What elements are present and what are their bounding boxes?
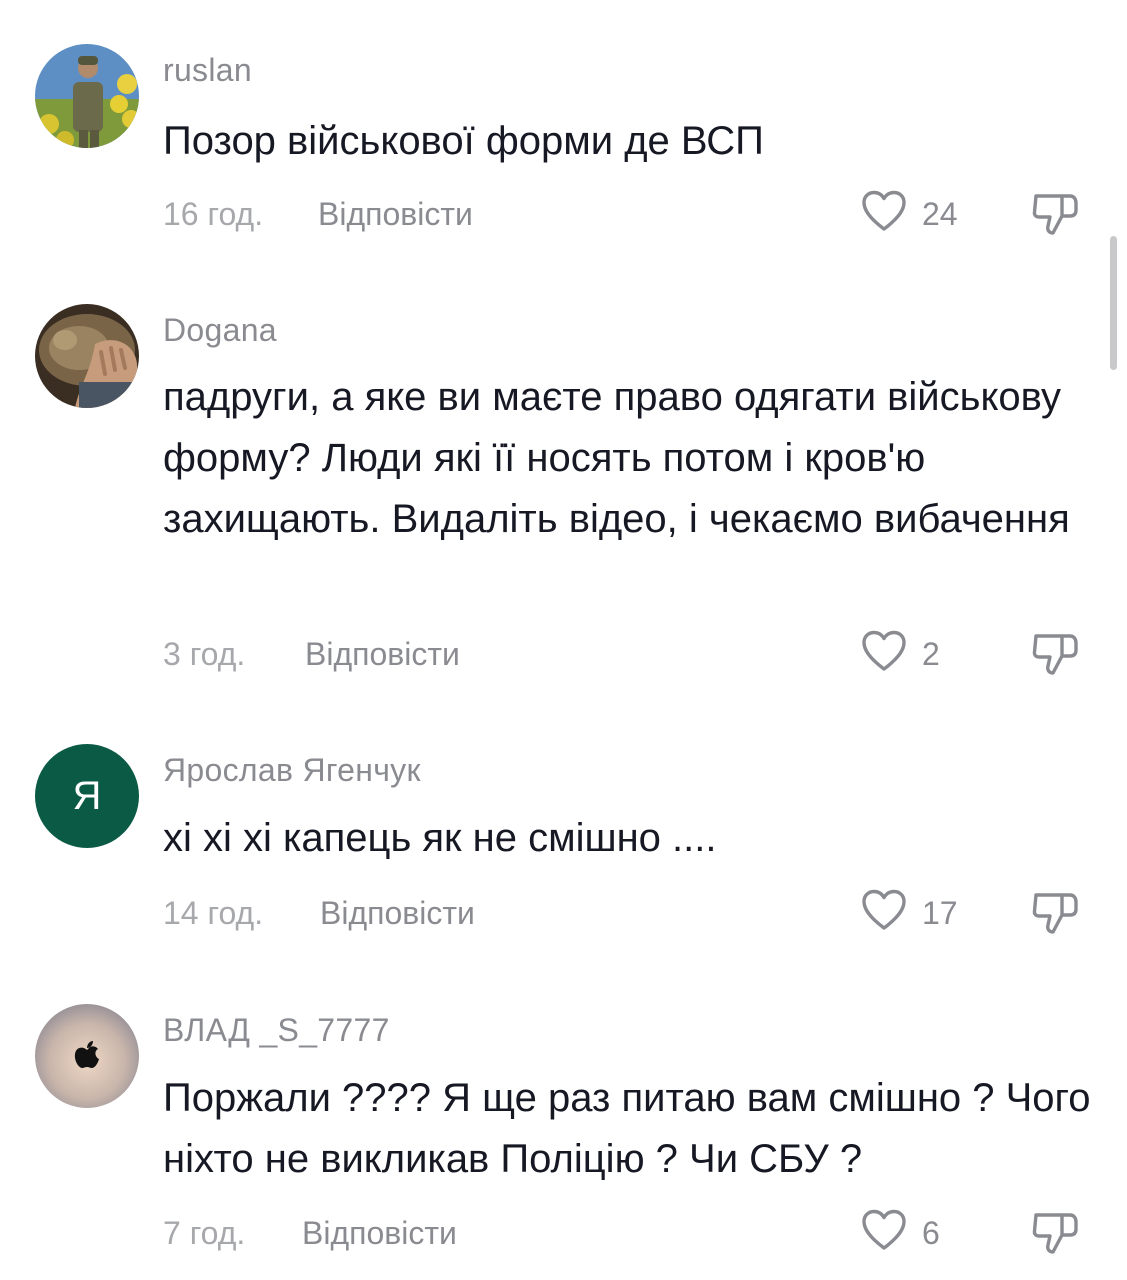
avatar[interactable] <box>35 304 139 408</box>
reply-button[interactable]: Відповісти <box>318 196 473 233</box>
reply-button[interactable]: Відповісти <box>305 636 460 673</box>
comment-username[interactable]: Dogana <box>163 312 277 349</box>
heart-outline-icon[interactable] <box>860 1207 908 1255</box>
heart-outline-icon[interactable] <box>860 887 908 935</box>
thumbs-down-outline-icon[interactable] <box>1030 628 1080 678</box>
heart-outline-icon[interactable] <box>860 188 908 236</box>
cat-photo <box>35 304 139 408</box>
comment-actions: 3 год. Відповісти 2 <box>0 628 1127 688</box>
like-count: 6 <box>922 1215 940 1251</box>
avatar[interactable] <box>35 1004 139 1108</box>
comment-username[interactable]: Ярослав Ягенчук <box>163 752 421 789</box>
comment-text: падруги, а яке ви маєте право одягати ві… <box>163 375 1070 541</box>
soldier-photo <box>35 44 139 148</box>
comment-time: 7 год. <box>163 1215 246 1251</box>
comment-time: 3 год. <box>163 636 246 672</box>
comment-time: 16 год. <box>163 196 264 232</box>
thumbs-down-outline-icon[interactable] <box>1030 1207 1080 1257</box>
comment-time: 14 год. <box>163 895 264 931</box>
comment-actions: 14 год. Відповісти 17 <box>0 887 1127 947</box>
like-count: 17 <box>922 895 958 931</box>
reply-button[interactable]: Відповісти <box>320 895 475 932</box>
heart-outline-icon[interactable] <box>860 628 908 676</box>
comment-actions: 7 год. Відповісти 6 <box>0 1207 1127 1267</box>
avatar[interactable] <box>35 44 139 148</box>
thumbs-down-outline-icon[interactable] <box>1030 188 1080 238</box>
comment-actions: 16 год. Відповісти 24 <box>0 188 1127 248</box>
apple-logo-avatar <box>35 1004 139 1108</box>
comment-text: Позор військової форми де ВСП <box>163 119 764 163</box>
like-count: 24 <box>922 196 958 232</box>
comment-username[interactable]: ВЛАД _S_7777 <box>163 1012 390 1049</box>
comment-text: хі хі хі капець як не смішно .... <box>163 816 717 860</box>
avatar-letter: Я <box>72 773 102 818</box>
comment-text: Поржали ???? Я ще раз питаю вам смішно ?… <box>163 1076 1091 1181</box>
thumbs-down-outline-icon[interactable] <box>1030 887 1080 937</box>
like-count: 2 <box>922 636 940 672</box>
avatar[interactable]: Я <box>35 744 139 848</box>
scrollbar[interactable] <box>1110 236 1117 370</box>
comment-username[interactable]: ruslan <box>163 52 252 89</box>
reply-button[interactable]: Відповісти <box>302 1215 457 1252</box>
